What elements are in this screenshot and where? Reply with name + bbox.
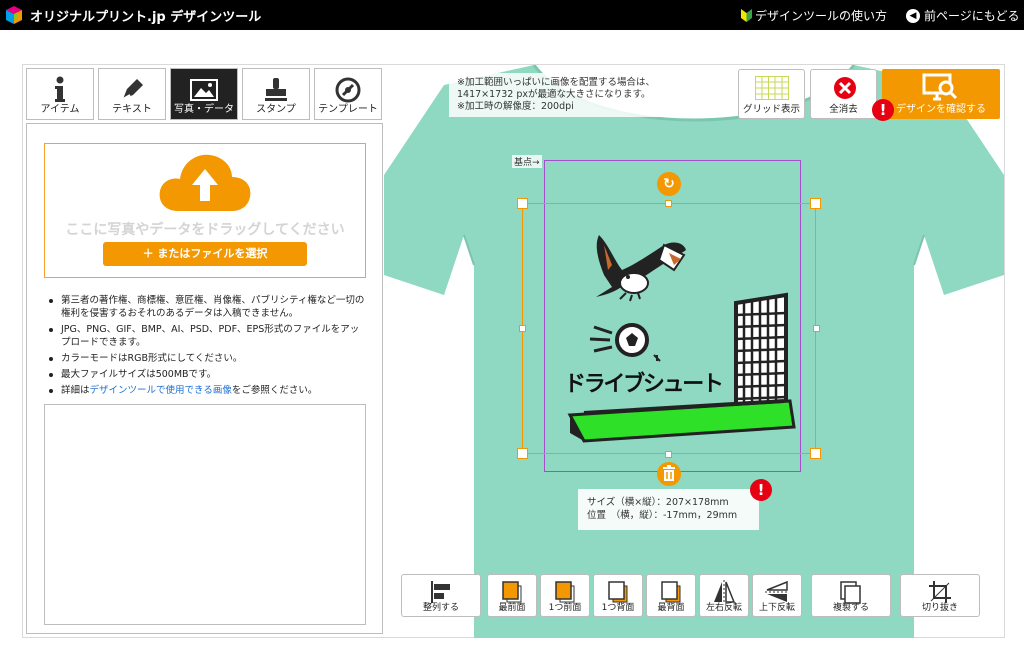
bring-to-front-button[interactable]: 最前面 [487,574,537,617]
align-button[interactable]: 整列する [401,574,481,617]
crop-button[interactable]: 切り抜き [900,574,980,617]
drop-zone[interactable]: ここに写真やデータをドラッグしてください ＋ またはファイルを選択 [44,143,366,278]
grid-icon [755,76,789,100]
info-line-2: 1417×1732 pxが最適な大きさになります。 [457,89,651,100]
send-backward-label: 1つ背面 [601,603,635,613]
clear-all-button[interactable]: 全消去 [810,69,877,119]
tab-stamp[interactable]: スタンプ [242,68,310,120]
drop-instruction: ここに写真やデータをドラッグしてください [65,222,345,238]
tab-label: テンプレート [318,104,378,115]
size-position-info: サイズ（横×縦）：207×178mm 位置 （横，縦）：-17mm，29mm [578,489,759,530]
supported-images-link[interactable]: デザインツールで使用できる画像 [90,385,232,396]
duplicate-label: 複製する [832,603,869,613]
resize-handle-top[interactable] [665,200,672,207]
detail-prefix: 詳細は [61,385,90,396]
upload-notes: 第三者の著作権、商標権、意匠権、肖像権、パブリシティ権など一切の権利を侵害するお… [47,294,367,400]
flip-vertical-button[interactable]: 上下反転 [752,574,802,617]
send-backward-button[interactable]: 1つ背面 [593,574,643,617]
note-item: 最大ファイルサイズは500MBです。 [47,368,367,381]
flip-vertical-label: 上下反転 [758,603,795,613]
note-item-detail: 詳細はデザインツールで使用できる画像をご参照ください。 [47,384,367,397]
bring-forward-button[interactable]: 1つ前面 [540,574,590,617]
note-item: 第三者の著作権、商標権、意匠権、肖像権、パブリシティ権など一切の権利を侵害するお… [47,294,367,320]
choose-file-button[interactable]: ＋ またはファイルを選択 [103,242,307,266]
beginner-mark-icon [741,9,752,22]
tab-label: テキスト [112,104,152,115]
grid-toggle-label: グリッド表示 [742,104,800,115]
info-line-3: ※加工時の解像度：200dpi [457,101,574,112]
duplicate-button[interactable]: 複製する [811,574,891,617]
note-item: カラーモードはRGB形式にしてください。 [47,352,367,365]
back-link[interactable]: ◀ 前ページにもどる [906,7,1020,24]
resize-handle-bottom[interactable] [665,451,672,458]
monitor-search-icon [922,73,958,101]
tab-item[interactable]: アイテム [26,68,94,120]
back-link-label: 前ページにもどる [924,9,1020,23]
send-to-back-label: 最背面 [657,603,685,613]
resize-handle-top-left[interactable] [517,198,528,209]
tab-label: アイテム [40,104,80,115]
bring-to-front-label: 最前面 [498,603,526,613]
origin-label: 基点→ [512,155,542,168]
size-readout: サイズ（横×縦）：207×178mm [587,497,729,508]
arrow-left-icon: ◀ [906,8,920,23]
align-label: 整列する [422,603,459,613]
help-link[interactable]: デザインツールの使い方 [741,7,887,24]
rotate-icon[interactable]: ↻ [657,172,681,196]
clear-all-label: 全消去 [829,104,858,115]
logo-icon [6,6,22,24]
tab-label: 写真・データ [174,104,234,115]
origin-text: 基点 [514,158,533,168]
help-link-label: デザインツールの使い方 [755,9,888,23]
info-line-1: ※加工範囲いっぱいに画像を配置する場合は、 [457,77,655,88]
send-to-back-button[interactable]: 最背面 [646,574,696,617]
confirm-design-label: デザインを確認する [896,104,986,115]
trash-icon[interactable] [657,462,681,486]
cloud-upload-icon [159,154,251,211]
tab-label: スタンプ [256,104,296,115]
app-title: オリジナルプリント.jp デザインツール [30,10,262,25]
selection-box[interactable] [522,203,816,454]
tab-text[interactable]: テキスト [98,68,166,120]
resize-handle-bottom-right[interactable] [810,448,821,459]
bring-forward-label: 1つ前面 [548,603,582,613]
confirm-design-button[interactable]: デザインを確認する [882,69,1000,119]
note-item: JPG、PNG、GIF、BMP、AI、PSD、PDF、EPS形式のファイルをアッ… [47,323,367,349]
top-bar: オリジナルプリント.jp デザインツール デザインツールの使い方 ◀ 前ページに… [0,0,1024,30]
resize-handle-right[interactable] [813,325,820,332]
print-area-info: ※加工範囲いっぱいに画像を配置する場合は、 1417×1732 pxが最適な大き… [449,73,686,117]
tab-template[interactable]: テンプレート [314,68,382,120]
close-circle-icon [834,77,856,99]
grid-toggle-button[interactable]: グリッド表示 [738,69,805,119]
crop-label: 切り抜き [921,603,958,613]
resize-handle-left[interactable] [519,325,526,332]
resize-handle-top-right[interactable] [810,198,821,209]
left-panel: アイテム テキスト 写真・データ スタンプ テンプレート ここに写真やデータをド… [26,68,383,634]
flip-horizontal-button[interactable]: 左右反転 [699,574,749,617]
detail-suffix: をご参照ください。 [231,385,318,396]
alert-icon: ! [872,99,894,121]
position-readout: 位置 （横，縦）：-17mm，29mm [587,510,738,521]
upload-panel: ここに写真やデータをドラッグしてください ＋ またはファイルを選択 第三者の著作… [26,123,383,634]
alert-icon: ! [750,479,772,501]
tab-photo-data[interactable]: 写真・データ [170,68,238,120]
resize-handle-bottom-left[interactable] [517,448,528,459]
uploaded-images-list[interactable] [44,404,366,625]
flip-horizontal-label: 左右反転 [705,603,742,613]
